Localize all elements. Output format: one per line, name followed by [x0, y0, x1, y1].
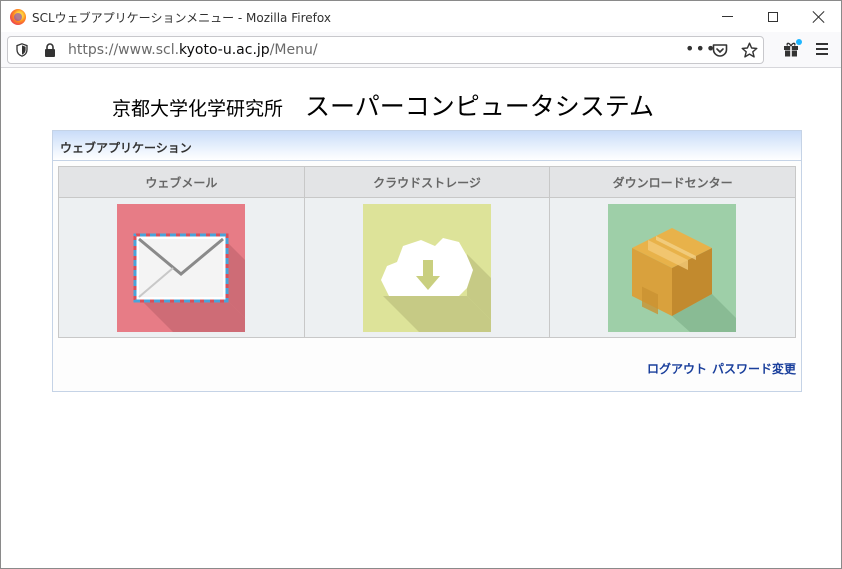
page-content: 京都大学化学研究所 スーパーコンピュータシステム ウェブアプリケーション ウェブメ… [1, 68, 841, 568]
app-label-download-center: ダウンロードセンター [550, 167, 796, 198]
panel-title: ウェブアプリケーション [60, 141, 192, 155]
web-apps-panel: ウェブアプリケーション ウェブメール クラウドストレージ ダウンロードセンター … [52, 130, 802, 392]
lock-icon[interactable] [44, 43, 56, 57]
url-domain: kyoto-u.ac.jp [179, 42, 270, 58]
logout-link[interactable]: ログアウト [647, 362, 707, 376]
url-text[interactable]: https://www.scl.kyoto-u.ac.jp/Menu/ [68, 42, 318, 58]
app-cloud-storage: クラウドストレージ [304, 167, 551, 337]
app-grid: ウェブメール クラウドストレージ ダウンロードセンター [58, 166, 796, 338]
hamburger-menu-icon[interactable] [816, 43, 828, 55]
system-name: スーパーコンピュータシステム [305, 92, 655, 121]
firefox-logo-icon [10, 9, 26, 25]
url-bar[interactable]: https://www.scl.kyoto-u.ac.jp/Menu/ ••• [7, 36, 764, 64]
page-header: 京都大学化学研究所 スーパーコンピュータシステム [112, 87, 654, 123]
shield-icon[interactable] [16, 43, 28, 57]
browser-window: SCLウェブアプリケーションメニュー - Mozilla Firefox htt… [0, 0, 842, 569]
maximize-button[interactable] [750, 1, 796, 32]
maximize-icon [768, 11, 778, 22]
minimize-icon [721, 16, 733, 17]
app-webmail: ウェブメール [59, 167, 305, 337]
change-password-link[interactable]: パスワード変更 [712, 362, 796, 376]
envelope-icon [117, 204, 245, 332]
cloud-storage-tile[interactable] [362, 204, 491, 332]
app-cell [304, 198, 550, 337]
app-download-center: ダウンロードセンター [550, 167, 796, 337]
bookmark-star-icon[interactable] [741, 42, 758, 59]
title-bar: SCLウェブアプリケーションメニュー - Mozilla Firefox [1, 1, 841, 32]
institute-name: 京都大学化学研究所 [112, 98, 284, 120]
url-path: /Menu/ [269, 42, 318, 58]
panel-header: ウェブアプリケーション [53, 131, 801, 161]
window-title: SCLウェブアプリケーションメニュー - Mozilla Firefox [32, 11, 331, 25]
download-center-tile[interactable] [608, 204, 737, 332]
minimize-button[interactable] [704, 1, 750, 32]
close-icon [813, 11, 825, 23]
package-icon [608, 204, 737, 332]
cloud-download-icon [362, 204, 491, 332]
app-cell [59, 198, 304, 337]
account-links: ログアウト パスワード変更 [647, 360, 796, 377]
close-button[interactable] [796, 1, 841, 32]
webmail-tile[interactable] [117, 204, 245, 332]
app-cell [550, 198, 796, 337]
url-prefix: https://www.scl. [68, 42, 180, 58]
app-label-webmail: ウェブメール [59, 167, 304, 198]
pocket-icon[interactable] [712, 43, 728, 58]
app-label-cloud-storage: クラウドストレージ [304, 167, 550, 198]
navigation-bar: https://www.scl.kyoto-u.ac.jp/Menu/ ••• [1, 32, 841, 68]
notification-dot-icon [796, 39, 802, 45]
